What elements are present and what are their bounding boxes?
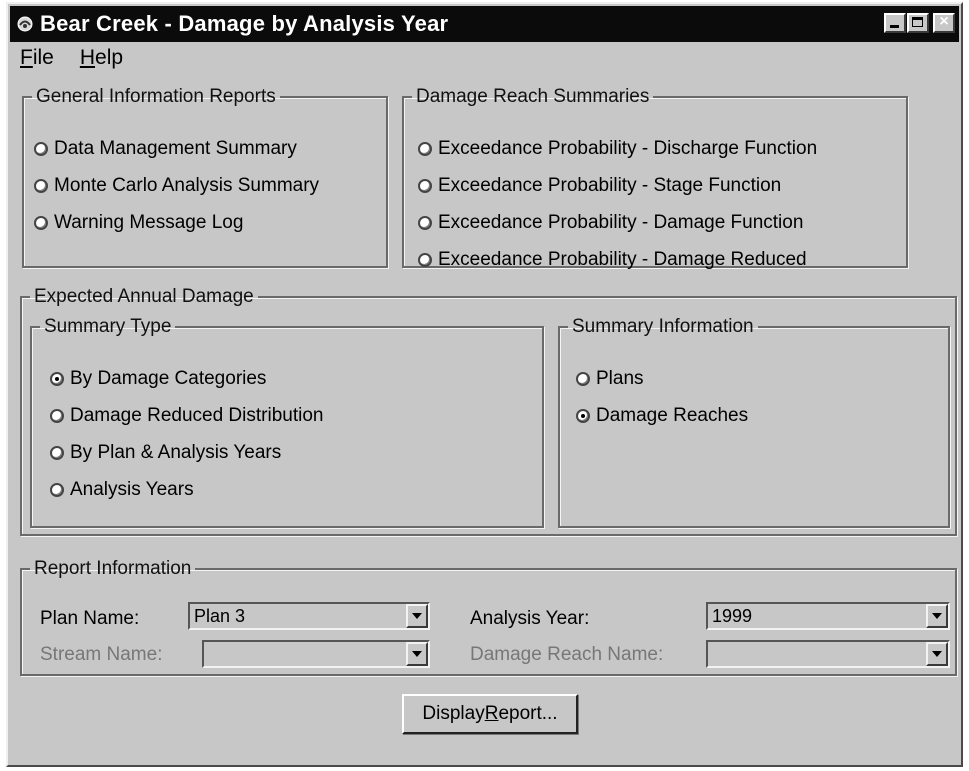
analysis-year-value: 1999 [712,606,753,626]
title-bar[interactable]: Bear Creek - Damage by Analysis Year × [10,6,959,42]
radio-label: Damage Reduced Distribution [70,405,324,426]
summary-info-legend: Summary Information [572,316,754,337]
analysis-year-label: Analysis Year: [470,608,590,629]
radio-analysis-years[interactable]: Analysis Years [50,479,194,501]
ead-legend: Expected Annual Damage [34,286,254,307]
damage-reach-name-dropdown-button[interactable] [926,642,948,666]
radio-label: Damage Reaches [596,405,749,426]
close-button[interactable]: × [933,13,955,33]
display-report-label-pre: Display [422,703,485,724]
minimize-icon [890,25,899,28]
analysis-year-dropdown-button[interactable] [926,604,948,628]
radio-label: Analysis Years [70,479,194,500]
damage-reach-legend: Damage Reach Summaries [416,86,650,107]
damage-reach-name-label: Damage Reach Name: [470,644,664,665]
radio-label: By Plan & Analysis Years [70,442,282,463]
stream-name-label: Stream Name: [40,644,163,665]
plan-name-select[interactable]: Plan 3 [188,602,430,630]
radio-by-damage-categories[interactable]: By Damage Categories [50,368,266,390]
radio-button[interactable] [418,253,432,267]
damage-reach-name-select[interactable] [706,640,950,668]
radio-damage-reaches[interactable]: Damage Reaches [576,405,748,427]
radio-button[interactable] [576,372,590,386]
damage-reach-group: Damage Reach Summaries Exceedance Probab… [402,86,908,271]
menu-file[interactable]: File [16,44,58,72]
radio-button[interactable] [50,372,64,386]
report-info-legend: Report Information [34,558,192,579]
radio-label: Data Management Summary [54,138,297,159]
radio-button[interactable] [34,142,48,156]
radio-label: Exceedance Probability - Discharge Funct… [438,138,818,159]
menu-help[interactable]: Help [76,44,127,72]
radio-data-management-summary[interactable]: Data Management Summary [34,138,297,160]
analysis-year-select[interactable]: 1999 [706,602,950,630]
display-report-mnemonic: R [484,703,499,724]
radio-label: Exceedance Probability - Damage Function [438,212,804,233]
minimize-button[interactable] [884,13,906,33]
maximize-button[interactable] [907,13,929,33]
window-controls: × [884,13,955,33]
summary-type-legend: Summary Type [44,316,172,337]
menu-bar: File Help [16,44,127,72]
radio-damage-reduced-distribution[interactable]: Damage Reduced Distribution [50,405,323,427]
maximize-icon [912,17,923,27]
radio-label: Warning Message Log [54,212,244,233]
summary-type-group: Summary Type By Damage Categories Damage… [30,316,544,528]
menu-file-mnemonic: F [20,46,33,69]
radio-button[interactable] [418,216,432,230]
main-window: Bear Creek - Damage by Analysis Year × F… [6,2,963,767]
radio-label: Exceedance Probability - Damage Reduced [438,249,807,270]
chevron-down-icon [932,651,942,657]
radio-button[interactable] [34,216,48,230]
radio-label: Monte Carlo Analysis Summary [54,175,320,196]
plan-name-value: Plan 3 [194,606,246,626]
menu-help-label: elp [95,46,124,69]
radio-warning-message-log[interactable]: Warning Message Log [34,212,243,234]
radio-label: By Damage Categories [70,368,267,389]
radio-label: Plans [596,368,644,389]
plan-name-label: Plan Name: [40,608,140,629]
chevron-down-icon [412,651,422,657]
radio-button[interactable] [576,409,590,423]
radio-by-plan-analysis-years[interactable]: By Plan & Analysis Years [50,442,281,464]
menu-help-mnemonic: H [79,46,96,69]
display-report-button[interactable]: Display Report... [402,694,578,734]
radio-button[interactable] [50,483,64,497]
radio-button[interactable] [34,179,48,193]
radio-button[interactable] [50,446,64,460]
stream-name-select[interactable] [202,640,430,668]
app-icon [16,15,34,33]
general-info-group: General Information Reports Data Managem… [22,86,388,268]
general-info-legend: General Information Reports [36,86,276,107]
radio-stage-function[interactable]: Exceedance Probability - Stage Function [418,175,781,197]
display-report-label-post: eport... [498,703,558,724]
radio-button[interactable] [418,179,432,193]
stream-name-dropdown-button[interactable] [406,642,428,666]
radio-damage-function[interactable]: Exceedance Probability - Damage Function [418,212,803,234]
window-title: Bear Creek - Damage by Analysis Year [40,11,449,36]
radio-monte-carlo-summary[interactable]: Monte Carlo Analysis Summary [34,175,319,197]
close-icon: × [939,13,949,30]
menu-file-label: ile [32,46,54,69]
radio-damage-reduced[interactable]: Exceedance Probability - Damage Reduced [418,249,807,271]
radio-plans[interactable]: Plans [576,368,644,390]
chevron-down-icon [932,613,942,619]
radio-button[interactable] [50,409,64,423]
radio-button[interactable] [418,142,432,156]
summary-info-group: Summary Information Plans Damage Reaches [558,316,950,528]
chevron-down-icon [412,613,422,619]
radio-label: Exceedance Probability - Stage Function [438,175,782,196]
plan-name-dropdown-button[interactable] [406,604,428,628]
radio-discharge-function[interactable]: Exceedance Probability - Discharge Funct… [418,138,817,160]
